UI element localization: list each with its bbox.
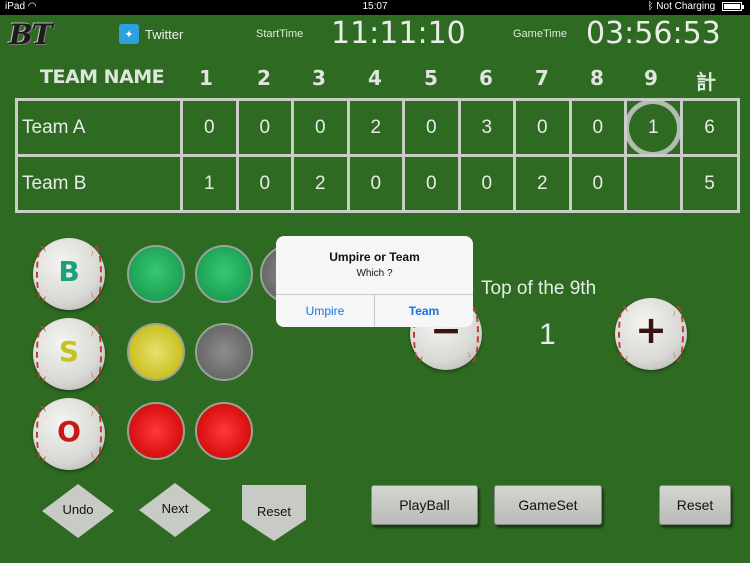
score-cell[interactable]: 0 <box>235 154 294 213</box>
reset-button[interactable]: Reset <box>659 485 731 525</box>
out-lamp-2 <box>195 402 253 460</box>
twitter-icon: ✦ <box>119 24 139 44</box>
half-inning-label: Top of the 9th <box>481 278 597 299</box>
strike-lamp-2 <box>195 323 253 381</box>
next-label: Next <box>161 501 189 516</box>
dialog-actions: Umpire Team <box>276 294 473 327</box>
score-cell[interactable]: 0 <box>402 154 461 213</box>
inning-header-7: 7 <box>535 66 549 90</box>
team-option-button[interactable]: Team <box>374 295 473 327</box>
status-right: ᛒ Not Charging <box>647 1 744 12</box>
status-clock: 15:07 <box>362 1 388 12</box>
game-set-button[interactable]: GameSet <box>494 485 602 525</box>
status-bar: iPad ◠ 15:07 ᛒ Not Charging <box>0 0 750 15</box>
strike-count-button[interactable]: S <box>33 318 105 390</box>
ball-lamp-2 <box>195 245 253 303</box>
inning-header-9: 9 <box>644 66 658 90</box>
scoreboard: Team A 0 0 0 2 0 3 0 0 1 6 Team B 1 0 2 … <box>15 98 740 213</box>
team-row: Team B 1 0 2 0 0 0 2 0 5 <box>15 154 740 213</box>
ball-letter: B <box>58 255 80 288</box>
current-inning-cell[interactable]: 1 <box>624 98 683 157</box>
score-cell[interactable]: 0 <box>457 154 516 213</box>
out-count-button[interactable]: O <box>33 398 105 470</box>
team-name-header: TEAM NAME <box>40 66 165 88</box>
inning-header-3: 3 <box>312 66 326 90</box>
score-cell[interactable]: 2 <box>346 98 405 157</box>
inning-header-6: 6 <box>479 66 493 90</box>
score-cell[interactable]: 0 <box>513 98 572 157</box>
game-time-label: GameTime <box>513 28 567 40</box>
inning-header-4: 4 <box>368 66 382 90</box>
inning-header-8: 8 <box>590 66 604 90</box>
ball-lamp-1 <box>127 245 185 303</box>
team-a-name[interactable]: Team A <box>15 98 183 157</box>
reset-count-label: Reset <box>257 504 291 519</box>
plus-button[interactable]: + <box>615 298 687 370</box>
dialog-title: Umpire or Team <box>329 250 420 264</box>
start-time: 11:11:10 <box>331 16 466 51</box>
twitter-label: Twitter <box>145 26 184 42</box>
inning-counter: 1 <box>539 318 556 351</box>
score-cell[interactable]: 0 <box>568 154 627 213</box>
game-time: 03:56:53 <box>586 16 721 51</box>
undo-label: Undo <box>62 502 94 517</box>
battery-status: Not Charging <box>656 1 716 12</box>
out-lamp-1 <box>127 402 185 460</box>
inning-header-1: 1 <box>199 66 213 90</box>
score-cell[interactable]: 0 <box>402 98 461 157</box>
bluetooth-icon: ᛒ <box>647 1 654 12</box>
ball-count-button[interactable]: B <box>33 238 105 310</box>
score-cell[interactable]: 0 <box>568 98 627 157</box>
score-cell[interactable]: 2 <box>291 154 350 213</box>
app-logo: BT <box>9 18 53 51</box>
score-cell[interactable]: 2 <box>513 154 572 213</box>
total-header: 計 <box>696 70 716 94</box>
umpire-option-button[interactable]: Umpire <box>276 295 374 327</box>
twitter-button[interactable]: ✦ Twitter <box>119 23 183 45</box>
strike-letter: S <box>58 335 80 368</box>
inning-header-5: 5 <box>424 66 438 90</box>
out-letter: O <box>57 415 81 448</box>
score-cell[interactable]: 0 <box>346 154 405 213</box>
total-cell: 6 <box>679 98 740 157</box>
score-cell[interactable]: 0 <box>180 98 239 157</box>
dialog-message: Which ? <box>356 268 393 279</box>
start-time-label: StartTime <box>256 28 304 40</box>
plus-icon: + <box>635 308 667 352</box>
score-cell[interactable]: 1 <box>180 154 239 213</box>
reset-count-button[interactable]: Reset <box>242 485 306 541</box>
battery-icon <box>722 1 744 11</box>
score-cell[interactable]: 3 <box>457 98 516 157</box>
score-cell[interactable]: 0 <box>291 98 350 157</box>
current-inning-marker: 1 <box>629 103 678 152</box>
team-b-name[interactable]: Team B <box>15 154 183 213</box>
inning-header-2: 2 <box>257 66 271 90</box>
strike-lamp-1 <box>127 323 185 381</box>
umpire-or-team-dialog: Umpire or Team Which ? Umpire Team <box>276 236 473 327</box>
team-row: Team A 0 0 0 2 0 3 0 0 1 6 <box>15 98 740 157</box>
score-cell[interactable]: 0 <box>235 98 294 157</box>
next-button[interactable]: Next <box>139 483 211 537</box>
play-ball-button[interactable]: PlayBall <box>371 485 478 525</box>
score-cell[interactable] <box>624 154 683 213</box>
undo-button[interactable]: Undo <box>42 484 114 538</box>
total-cell: 5 <box>679 154 740 213</box>
